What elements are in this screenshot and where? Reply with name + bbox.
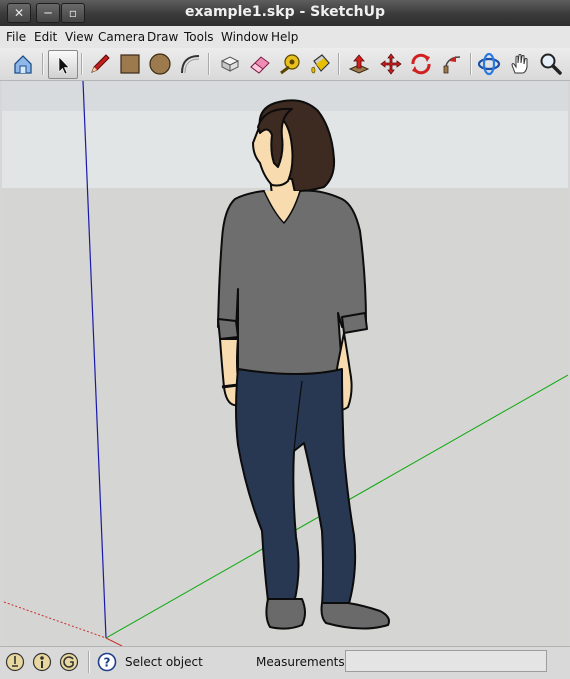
title-bar: ✕ ─ ▫ example1.skp - SketchUp <box>0 0 570 26</box>
sign-in-button[interactable] <box>59 652 79 672</box>
instructor-help-icon: ? <box>97 652 117 672</box>
svg-text:?: ? <box>104 656 111 670</box>
window-title: example1.skp - SketchUp <box>184 4 386 20</box>
rectangle-icon <box>120 54 140 74</box>
pan-tool-button[interactable] <box>506 50 534 78</box>
line-tool-button[interactable] <box>86 50 114 78</box>
tape-measure-button[interactable] <box>276 50 304 78</box>
geo-location-button[interactable] <box>5 652 25 672</box>
sign-in-icon <box>59 652 79 672</box>
measurements-input[interactable] <box>345 650 547 672</box>
measurements-label: Measurements <box>256 655 345 669</box>
modeling-viewport[interactable] <box>2 81 568 646</box>
follow-me-button[interactable] <box>438 50 466 78</box>
zoom-icon <box>540 53 562 75</box>
toolbar-separator <box>208 53 210 75</box>
get-models-button[interactable] <box>9 50 37 78</box>
instructor-help-button[interactable]: ? <box>97 652 117 672</box>
toolbar-separator <box>81 53 83 75</box>
geo-location-icon <box>5 652 25 672</box>
make-component-button[interactable] <box>216 50 244 78</box>
toolbar-separator <box>470 53 472 75</box>
make-component-icon <box>220 56 240 72</box>
menu-edit[interactable]: Edit <box>34 30 57 44</box>
arc-tool-button[interactable] <box>176 50 204 78</box>
toolbar-separator <box>42 53 44 75</box>
menu-file[interactable]: File <box>6 30 26 44</box>
pencil-line-icon <box>91 54 110 73</box>
push-pull-button[interactable] <box>345 50 373 78</box>
toolbar-separator <box>338 53 340 75</box>
follow-me-icon <box>443 56 461 74</box>
paint-bucket-button[interactable] <box>306 50 334 78</box>
menu-window[interactable]: Window <box>221 30 268 44</box>
pan-hand-icon <box>511 54 528 74</box>
orbit-icon <box>477 52 501 76</box>
credits-button[interactable] <box>32 652 52 672</box>
menu-bar: File Edit View Camera Draw Tools Window … <box>0 26 570 49</box>
sketchup-window: ✕ ─ ▫ example1.skp - SketchUp File Edit … <box>0 0 570 679</box>
status-bar: ? Select object Measurements <box>0 646 570 679</box>
arc-icon <box>181 55 200 74</box>
menu-view[interactable]: View <box>65 30 93 44</box>
select-arrow-icon <box>58 56 70 75</box>
menu-draw[interactable]: Draw <box>147 30 178 44</box>
status-separator <box>88 651 90 673</box>
move-tool-button[interactable] <box>377 50 405 78</box>
push-pull-icon <box>348 54 370 74</box>
rotate-icon <box>411 53 431 75</box>
circle-icon <box>149 53 171 75</box>
eraser-tool-button[interactable] <box>246 50 274 78</box>
scene-canvas <box>2 81 568 646</box>
rectangle-tool-button[interactable] <box>116 50 144 78</box>
rotate-tool-button[interactable] <box>407 50 435 78</box>
status-message: Select object <box>125 655 203 669</box>
eraser-icon <box>250 56 270 74</box>
paint-bucket-icon <box>311 54 330 74</box>
toolbar <box>0 48 570 81</box>
menu-tools[interactable]: Tools <box>184 30 214 44</box>
tape-measure-icon <box>280 54 300 75</box>
circle-tool-button[interactable] <box>146 50 174 78</box>
zoom-tool-button[interactable] <box>537 50 565 78</box>
credits-icon <box>32 652 52 672</box>
menu-camera[interactable]: Camera <box>98 30 145 44</box>
select-tool-button[interactable] <box>48 50 78 79</box>
menu-help[interactable]: Help <box>271 30 298 44</box>
get-models-icon <box>14 55 32 74</box>
orbit-tool-button[interactable] <box>475 50 503 78</box>
move-icon <box>380 53 402 75</box>
